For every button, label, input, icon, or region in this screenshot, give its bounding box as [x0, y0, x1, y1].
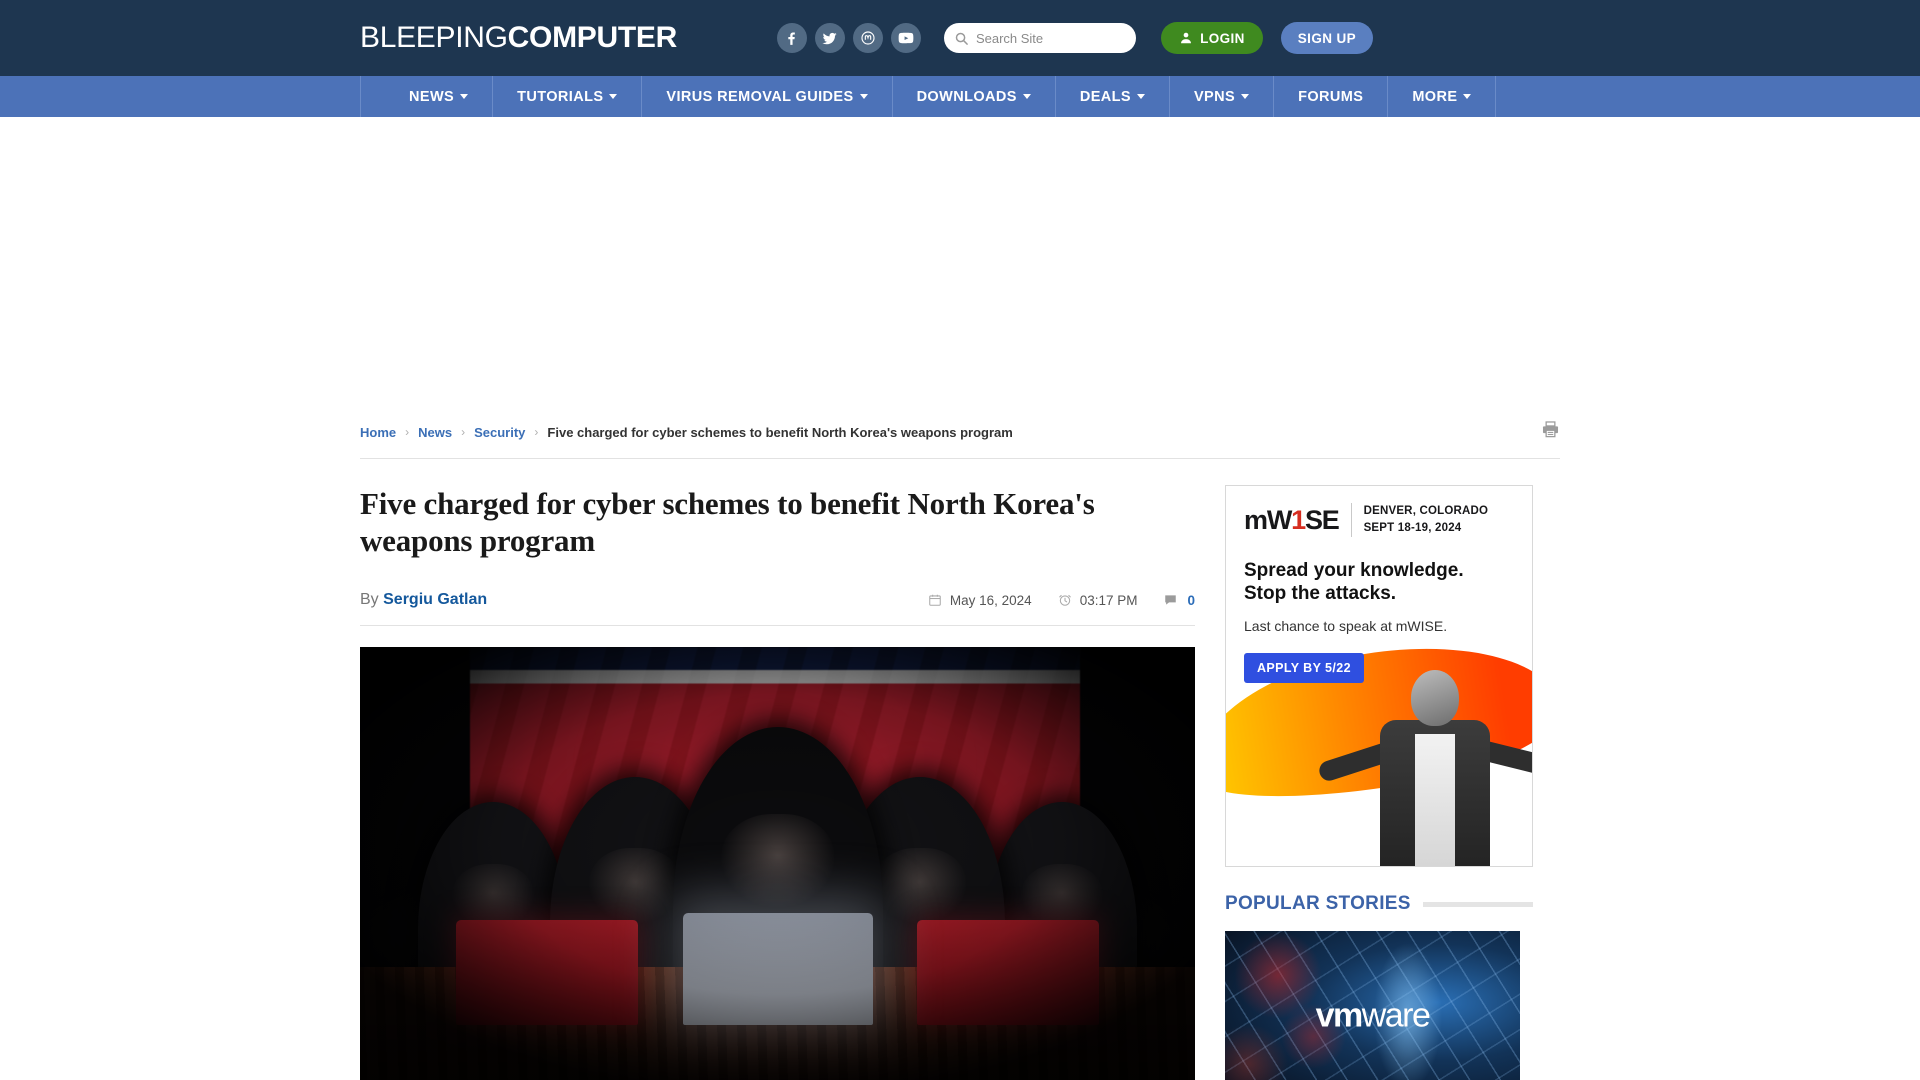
mwise-logo-m: m — [1244, 504, 1268, 535]
breadcrumb-current: Five charged for cyber schemes to benefi… — [547, 424, 1013, 440]
ad-subtext: Last chance to speak at mWISE. — [1244, 618, 1448, 635]
author-link[interactable]: Sergiu Gatlan — [383, 591, 487, 608]
nav-item-label: DEALS — [1079, 88, 1131, 105]
nav-item-label: VIRUS REMOVAL GUIDES — [666, 88, 854, 105]
breadcrumb-separator: › — [461, 425, 466, 439]
nav-item-vpns[interactable]: VPNS — [1170, 76, 1275, 117]
vmware-logo: vmware — [1315, 996, 1431, 1036]
article-column: Five charged for cyber schemes to benefi… — [360, 485, 1195, 1080]
signup-button-label: SIGN UP — [1297, 30, 1357, 46]
popular-stories-header: POPULAR STORIES — [1225, 893, 1533, 915]
comment-icon — [1165, 595, 1177, 606]
vmware-logo-ware: ware — [1361, 996, 1431, 1035]
ad-headline-line2: Stop the attacks. — [1244, 583, 1397, 605]
nav-item-deals[interactable]: DEALS — [1056, 76, 1170, 117]
ad-event-location: DENVER, COLORADO SEPT 18-19, 2024 — [1364, 503, 1489, 536]
page-title: Five charged for cyber schemes to benefi… — [360, 486, 1095, 559]
publish-time: 03:17 PM — [1058, 592, 1138, 608]
nav-item-label: NEWS — [409, 88, 455, 105]
breadcrumb-separator: › — [405, 425, 410, 439]
nav-item-news[interactable]: NEWS — [385, 76, 494, 117]
nav-item-label: TUTORIALS — [517, 88, 604, 105]
popular-story-thumbnail[interactable]: vmware — [1225, 931, 1520, 1080]
print-icon[interactable] — [1541, 420, 1560, 444]
chevron-down-icon — [1022, 94, 1031, 99]
popular-stories-title: POPULAR STORIES — [1225, 893, 1411, 914]
ad-location-dates: SEPT 18-19, 2024 — [1363, 522, 1462, 534]
nav-item-virus-removal-guides[interactable]: VIRUS REMOVAL GUIDES — [642, 76, 893, 117]
publish-time-text: 03:17 PM — [1079, 592, 1138, 608]
nav-item-tutorials[interactable]: TUTORIALS — [493, 76, 643, 117]
sidebar-ad-mwise[interactable]: m W 1 SE DENVER, COLORADO SEPT 18-19, 2024 … — [1225, 485, 1533, 867]
ad-speaker-photo — [1316, 668, 1532, 866]
social-links — [776, 23, 921, 53]
main-navigation: NEWS TUTORIALS VIRUS REMOVAL GUIDES DOWNLOA… — [0, 76, 1920, 117]
clock-icon — [1058, 595, 1071, 607]
chevron-down-icon — [859, 94, 868, 99]
vignette-overlay — [360, 647, 1195, 1080]
leaderboard-ad-slot — [0, 117, 1920, 412]
mwise-logo-w: W — [1266, 504, 1293, 535]
site-logo[interactable]: BLEEPINGCOMPUTER — [360, 21, 677, 55]
mwise-logo-se: SE — [1304, 504, 1340, 535]
article-meta: May 16, 2024 03:17 PM 0 — [928, 593, 1195, 608]
login-button[interactable]: LOGIN — [1160, 22, 1263, 54]
sidebar: m W 1 SE DENVER, COLORADO SEPT 18-19, 2024 … — [1225, 485, 1533, 1080]
nav-item-label: VPNS — [1193, 88, 1236, 105]
facebook-icon[interactable] — [776, 23, 807, 53]
article-hero-image — [360, 647, 1195, 1080]
breadcrumb-separator: › — [534, 425, 539, 439]
mwise-logo: m W 1 SE — [1244, 504, 1340, 536]
chevron-down-icon — [460, 94, 469, 99]
ad-divider — [1350, 503, 1352, 537]
ad-location-city: DENVER, COLORADO — [1363, 505, 1489, 518]
breadcrumb-link[interactable]: Security — [474, 425, 525, 440]
twitter-icon[interactable] — [814, 23, 845, 53]
nav-item-forums[interactable]: FORUMS — [1274, 76, 1389, 117]
publish-date-text: May 16, 2024 — [949, 592, 1032, 608]
nav-item-more[interactable]: MORE — [1388, 76, 1497, 117]
byline: By Sergiu Gatlan — [360, 591, 487, 609]
comment-count[interactable]: 0 — [1163, 593, 1195, 608]
search-icon — [955, 32, 968, 45]
popular-stories-rule — [1422, 901, 1533, 907]
mwise-logo-flame: 1 — [1291, 504, 1306, 535]
logo-text-bold: COMPUTER — [507, 21, 678, 54]
comment-count-value: 0 — [1187, 592, 1195, 608]
chevron-down-icon — [1463, 94, 1472, 99]
ad-headline: Spread your knowledge. Stop the attacks. — [1226, 537, 1532, 605]
ad-apply-button[interactable]: APPLY BY 5/22 — [1244, 652, 1364, 683]
site-header: BLEEPINGCOMPUTER Search Site LOGIN SIGN … — [0, 0, 1920, 76]
byline-prefix: By — [360, 591, 379, 609]
signup-button[interactable]: SIGN UP — [1280, 22, 1373, 54]
calendar-icon — [929, 595, 941, 607]
nav-item-label: DOWNLOADS — [916, 88, 1017, 105]
user-icon — [1181, 32, 1192, 44]
nav-item-label: FORUMS — [1298, 88, 1364, 105]
breadcrumb: Home › News › Security › Five charged for cybe… — [360, 425, 1013, 440]
search-input[interactable] — [975, 30, 1126, 46]
vmware-logo-vm: vm — [1315, 996, 1364, 1035]
search-box[interactable] — [943, 23, 1136, 53]
chevron-down-icon — [609, 94, 618, 99]
logo-text-light: BLEEPING — [360, 21, 508, 54]
nav-item-label: MORE — [1412, 88, 1458, 105]
nav-item-downloads[interactable]: DOWNLOADS — [893, 76, 1056, 117]
mastodon-icon[interactable] — [852, 23, 883, 53]
youtube-icon[interactable] — [890, 23, 921, 53]
breadcrumb-link[interactable]: Home — [360, 425, 396, 440]
login-button-label: LOGIN — [1200, 30, 1245, 46]
publish-date: May 16, 2024 — [928, 593, 1032, 608]
chevron-down-icon — [1241, 94, 1250, 99]
ad-headline-line1: Spread your knowledge. — [1244, 560, 1464, 581]
chevron-down-icon — [1136, 94, 1145, 99]
breadcrumb-link[interactable]: News — [418, 425, 452, 440]
